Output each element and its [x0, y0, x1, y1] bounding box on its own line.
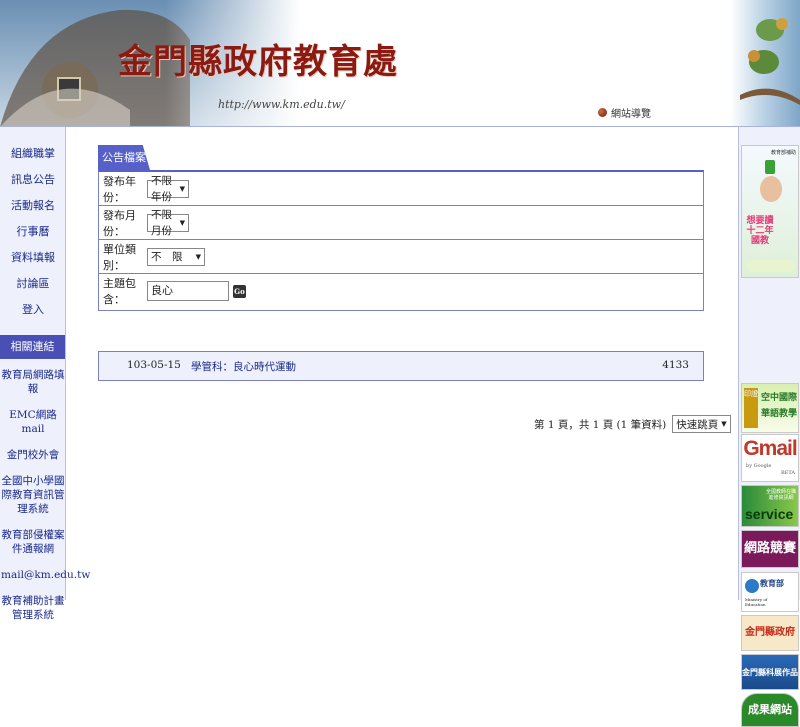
- gmail-logo-icon: Gmail: [743, 437, 797, 460]
- quick-page-select[interactable]: 快速跳頁 ▼: [672, 415, 731, 433]
- nav-item-announcements[interactable]: 訊息公告: [0, 171, 66, 197]
- banner-gmail[interactable]: Gmail by Google BETA: [741, 434, 799, 482]
- banner-12-year-slogan: 想要讀十二年國教: [746, 216, 774, 246]
- nav-item-data-report[interactable]: 資料填報: [0, 249, 66, 275]
- student-figure: [760, 176, 782, 202]
- banner-teacher-service-label: service: [745, 506, 794, 522]
- banner-chinese-teaching-label: 空中國際華語教學: [760, 393, 797, 419]
- banner-achievement-site[interactable]: 成果網站: [741, 693, 799, 727]
- site-url[interactable]: http://www.km.edu.tw/: [218, 98, 345, 111]
- ministry-caption: Ministry of Education: [745, 597, 768, 607]
- page-summary: 第 1 頁，共 1 頁 (1 筆資料): [534, 418, 667, 431]
- unit-value: 不 限: [151, 250, 183, 263]
- banner-12-year-education[interactable]: 教育部補助 想要讀十二年國教: [741, 145, 799, 278]
- search-form: 發布年份： 不限年份 ▼ 發布月份： 不限月份 ▼ 單位類別： 不 限 ▼ 主題…: [98, 170, 704, 311]
- year-select[interactable]: 不限年份 ▼: [147, 175, 189, 203]
- tab-announcement-files[interactable]: 公告檔案: [98, 145, 150, 170]
- month-value: 不限月份: [151, 208, 172, 237]
- link-mail-address[interactable]: mail@km.edu.tw: [0, 565, 90, 585]
- main-content: 公告檔案 發布年份： 不限年份 ▼ 發布月份： 不限月份 ▼ 單位類別： 不 限…: [66, 127, 738, 600]
- unit-row: 單位類別： 不 限 ▼: [99, 240, 703, 274]
- chevron-down-icon: ▼: [179, 218, 185, 227]
- nav-item-login[interactable]: 登入: [0, 301, 66, 327]
- related-links: 教育局網路填報 EMC網路mail 金門校外會 全國中小學國際教育資訊管理系統 …: [0, 359, 90, 625]
- link-intl-edu-system[interactable]: 全國中小學國際教育資訊管理系統: [0, 471, 66, 519]
- nav-item-forum[interactable]: 討論區: [0, 275, 66, 301]
- banner-teacher-service[interactable]: 全國教師在職進修資訊網 service: [741, 485, 799, 527]
- main-nav: 組織職掌 訊息公告 活動報名 行事曆 資料填報 討論區 登入: [0, 127, 65, 327]
- unit-label: 單位類別：: [103, 242, 136, 272]
- link-infringement-report[interactable]: 教育部侵權案件通報網: [0, 525, 66, 559]
- banner-chinese-teaching-tag: 印證: [744, 388, 758, 428]
- year-row: 發布年份： 不限年份 ▼: [99, 172, 703, 206]
- result-date: 103-05-15: [127, 359, 181, 371]
- banner-chinese-teaching[interactable]: 印證 空中國際華語教學: [741, 383, 799, 433]
- banner-online-contest[interactable]: 網路競賽: [741, 530, 799, 568]
- chevron-down-icon: ▼: [179, 184, 185, 193]
- table-row: 103-05-15 學管科：良心時代運動 4133: [98, 351, 704, 381]
- bird-artwork: [730, 0, 800, 127]
- keyword-input[interactable]: 良心: [147, 281, 229, 301]
- ministry-label: 教育部: [760, 578, 784, 588]
- gmail-beta-tag: BETA: [781, 470, 795, 476]
- month-row: 發布月份： 不限月份 ▼: [99, 206, 703, 240]
- link-subsidy-system[interactable]: 教育補助計畫管理系統: [0, 591, 66, 625]
- keyword-row: 主題包含： 良心 Go: [99, 274, 703, 308]
- link-kinmen-council[interactable]: 金門校外會: [0, 445, 66, 465]
- pagination: 第 1 頁，共 1 頁 (1 筆資料) 快速跳頁 ▼: [534, 415, 731, 433]
- chevron-down-icon: ▼: [721, 420, 727, 428]
- ministry-logo-icon: [745, 579, 759, 593]
- nav-item-organization[interactable]: 組織職掌: [0, 145, 66, 171]
- link-emc-mail[interactable]: EMC網路mail: [0, 405, 66, 439]
- link-edu-report[interactable]: 教育局網路填報: [0, 365, 66, 399]
- year-value: 不限年份: [151, 174, 172, 203]
- right-banner-column: 教育部補助 想要讀十二年國教 印證 空中國際華語教學 Gmail by Goog…: [738, 127, 800, 727]
- left-sidebar: 組織職掌 訊息公告 活動報名 行事曆 資料填報 討論區 登入 相關連結 教育局網…: [0, 127, 90, 621]
- banner-12-year-footer: [747, 260, 795, 272]
- gmail-caption: by Google: [746, 463, 772, 469]
- banner-ministry-education[interactable]: 教育部 Ministry of Education: [741, 572, 799, 612]
- result-title-link[interactable]: 學管科：良心時代運動: [191, 359, 296, 374]
- chevron-down-icon: ▼: [195, 252, 201, 261]
- nav-item-registration[interactable]: 活動報名: [0, 197, 66, 223]
- related-links-header: 相關連結: [0, 335, 65, 359]
- nav-item-calendar[interactable]: 行事曆: [0, 223, 66, 249]
- banner-science-fair[interactable]: 金門縣科展作品: [741, 654, 799, 690]
- bullet-icon: [598, 108, 607, 117]
- go-button[interactable]: Go: [233, 284, 246, 298]
- sitemap-link[interactable]: 網站導覽: [598, 105, 651, 120]
- keyword-label: 主題包含：: [103, 277, 136, 306]
- unit-select[interactable]: 不 限 ▼: [147, 247, 205, 266]
- leaf-icon: [765, 160, 775, 174]
- result-view-count: 4133: [662, 359, 689, 371]
- sitemap-label: 網站導覽: [611, 109, 651, 120]
- quick-page-label: 快速跳頁: [676, 418, 719, 431]
- month-select[interactable]: 不限月份 ▼: [147, 209, 189, 237]
- site-banner: 金門縣政府教育處 http://www.km.edu.tw/ 網站導覽: [0, 0, 800, 127]
- banner-12-year-caption: 教育部補助: [770, 150, 796, 156]
- month-label: 發布月份：: [103, 208, 136, 238]
- site-title: 金門縣政府教育處: [118, 42, 398, 82]
- banner-teacher-service-caption: 全國教師在職進修資訊網: [765, 489, 796, 501]
- year-label: 發布年份：: [103, 174, 136, 204]
- banner-kinmen-county[interactable]: 金門縣政府: [741, 615, 799, 651]
